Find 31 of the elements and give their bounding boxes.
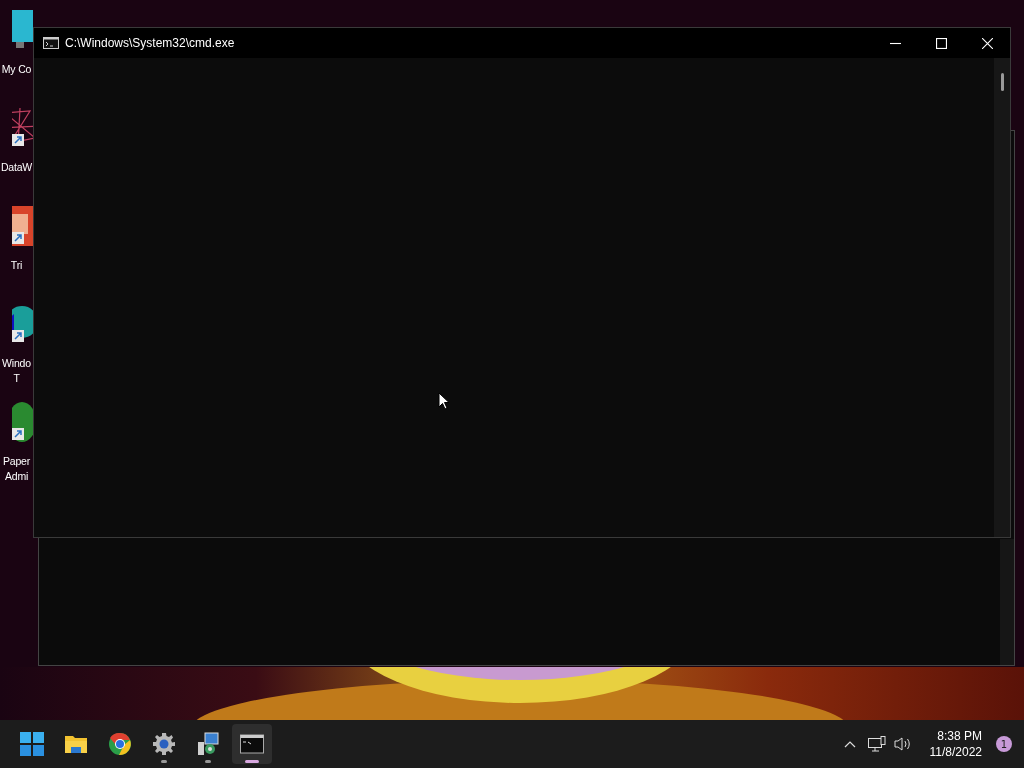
clock-time: 8:38 PM [937, 728, 982, 744]
desktop-icon-label[interactable]: Windo [2, 356, 31, 371]
globe-icon[interactable] [12, 304, 33, 344]
windows-icon [20, 732, 44, 756]
clock-date: 11/8/2022 [929, 744, 982, 760]
network-icon[interactable] [867, 736, 886, 752]
desktop-icon-label[interactable]: Tri [10, 258, 23, 273]
clock[interactable]: 8:38 PM 11/8/2022 [929, 728, 982, 760]
desktop-icon-label[interactable]: My Co [1, 62, 32, 77]
scrollbar[interactable] [1000, 539, 1014, 665]
desktop-icon-label[interactable]: T [13, 371, 20, 386]
desktop-icon-label[interactable]: DataW [0, 160, 33, 175]
installer-icon [196, 732, 220, 756]
document-icon[interactable] [12, 206, 33, 246]
speaker-icon[interactable] [893, 736, 912, 752]
pointer-icon [438, 392, 450, 410]
maximize-icon[interactable] [935, 37, 947, 49]
taskbar-app-button[interactable] [232, 724, 272, 764]
monitor-icon[interactable] [12, 10, 33, 50]
window-title: C:\Windows\System32\cmd.exe [65, 36, 235, 50]
notification-badge[interactable]: 1 [996, 736, 1012, 752]
browser-icon [108, 732, 132, 756]
close-icon[interactable] [981, 37, 993, 49]
scrollbar[interactable] [994, 58, 1010, 537]
terminal-icon [43, 37, 59, 49]
gear-icon [152, 732, 176, 756]
scrollbar-thumb[interactable] [1000, 73, 1004, 91]
desktop-icon-label[interactable]: Paper [3, 454, 30, 469]
leaf-icon[interactable] [12, 402, 33, 442]
desktop-icon-label[interactable]: Admi [4, 469, 29, 484]
terminal-icon [240, 732, 264, 756]
